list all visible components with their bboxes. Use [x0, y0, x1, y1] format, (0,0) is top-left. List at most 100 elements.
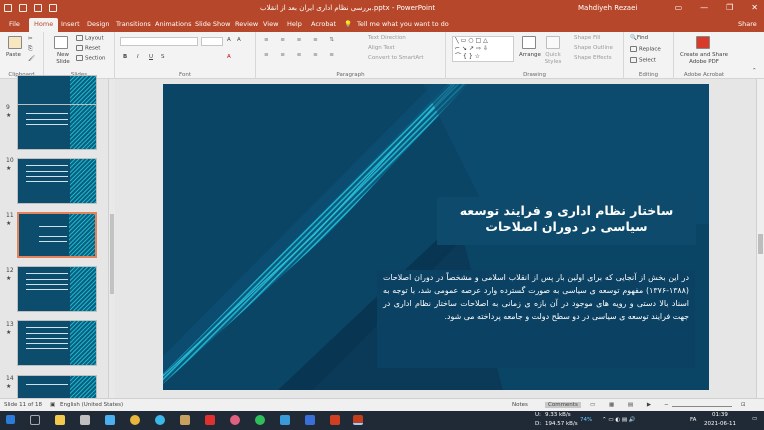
replace-button[interactable]: Replace — [630, 46, 661, 53]
app-icon[interactable] — [230, 415, 240, 425]
powerpoint-icon[interactable] — [353, 415, 363, 425]
close-icon[interactable]: ✕ — [751, 3, 758, 12]
tab-transitions[interactable]: Transitions — [116, 20, 151, 28]
task-view-icon[interactable] — [30, 415, 40, 425]
ribbon-display-icon[interactable]: ▭ — [675, 3, 683, 12]
thumbnail-12[interactable] — [17, 266, 97, 312]
adobe-pdf-icon[interactable] — [696, 36, 710, 49]
tab-insert[interactable]: Insert — [61, 20, 80, 28]
tab-design[interactable]: Design — [87, 20, 109, 28]
shape-outline-button[interactable]: Shape Outline — [574, 45, 613, 51]
quick-styles-icon[interactable] — [546, 36, 560, 49]
edge-icon[interactable] — [155, 415, 165, 425]
tray-icons[interactable]: ⌃ ▭ ◐ ▤ 🔊 — [602, 417, 636, 423]
collapse-ribbon-icon[interactable]: ⌃ — [752, 68, 757, 74]
user-name[interactable]: Mahdiyeh Rezaei — [578, 4, 637, 12]
align-icons[interactable]: ≡ ≡ ≡ ≡ ≡ — [264, 52, 339, 58]
store-icon[interactable] — [80, 415, 90, 425]
select-button[interactable]: Select — [630, 57, 656, 64]
restore-icon[interactable]: ❐ — [726, 3, 733, 12]
language-status[interactable]: English (United States) — [60, 402, 123, 408]
thumbnail-scrollbar[interactable] — [108, 79, 115, 398]
present-icon[interactable] — [49, 4, 57, 12]
chrome-icon[interactable] — [130, 415, 140, 425]
bold-button[interactable]: B — [123, 54, 127, 60]
save-icon[interactable] — [4, 4, 12, 12]
minimize-icon[interactable]: — — [700, 3, 708, 12]
layout-button[interactable]: Layout — [76, 35, 104, 42]
spellcheck-icon[interactable]: ▣ — [50, 402, 55, 408]
windows-start-icon[interactable] — [6, 415, 15, 424]
shapes-gallery[interactable]: ╲▭○□△ ⌐↘↗⇨⇩ ⌒{}☆ — [452, 36, 514, 62]
shape-fill-button[interactable]: Shape Fill — [574, 35, 600, 41]
scroll-thumb[interactable] — [110, 214, 114, 294]
new-slide-icon[interactable] — [54, 36, 68, 49]
clock-time[interactable]: 01:39 — [712, 412, 728, 418]
arrange-button[interactable]: Arrange — [519, 52, 541, 58]
input-language[interactable]: FA — [690, 417, 696, 423]
copy-icon[interactable]: ⎘ — [28, 46, 32, 53]
cut-icon[interactable]: ✂ — [28, 36, 33, 42]
slide-body-text[interactable]: در این بخش از آنجایی که برای اولین بار پ… — [377, 270, 695, 368]
create-pdf-button[interactable]: Create and Share Adobe PDF — [676, 52, 732, 66]
format-painter-icon[interactable]: 🖌 — [28, 56, 35, 62]
smartart-button[interactable]: Convert to SmartArt — [368, 55, 424, 61]
clock-date[interactable]: 2021-06-11 — [704, 421, 736, 427]
underline-button[interactable]: U — [149, 54, 153, 60]
tab-home[interactable]: Home — [29, 18, 59, 32]
tab-acrobat[interactable]: Acrobat — [311, 20, 336, 28]
thumbnail-11-selected[interactable] — [17, 212, 97, 258]
slide-title[interactable]: ساختار نظام اداری و فرایند توسعه سیاسی د… — [437, 197, 696, 245]
font-name-dropdown[interactable] — [120, 37, 198, 46]
app-icon[interactable] — [330, 415, 340, 425]
undo-icon[interactable] — [19, 4, 27, 12]
slide-canvas[interactable]: ساختار نظام اداری و فرایند توسعه سیاسی د… — [163, 84, 709, 390]
view-buttons[interactable]: ▭ ▦ ▤ ▶ — [590, 402, 657, 408]
tab-help[interactable]: Help — [287, 20, 302, 28]
whatsapp-icon[interactable] — [255, 415, 265, 425]
share-button[interactable]: Share — [738, 20, 757, 28]
decrease-font-icon[interactable]: A — [237, 37, 241, 43]
zoom-out-button[interactable]: − — [664, 402, 669, 408]
tab-file[interactable]: File — [9, 20, 20, 28]
thumbnail-9[interactable] — [17, 104, 97, 150]
tab-review[interactable]: Review — [235, 20, 258, 28]
tell-me-search[interactable]: Tell me what you want to do — [357, 20, 449, 28]
shadow-button[interactable]: S — [161, 54, 165, 60]
italic-button[interactable]: I — [137, 54, 139, 60]
increase-font-icon[interactable]: A — [227, 37, 231, 43]
comments-button[interactable]: Comments — [545, 402, 581, 408]
shape-effects-button[interactable]: Shape Effects — [574, 55, 612, 61]
redo-icon[interactable] — [34, 4, 42, 12]
paste-icon[interactable] — [8, 36, 22, 49]
notification-icon[interactable]: ▭ — [752, 416, 757, 422]
app-icon[interactable] — [205, 415, 215, 425]
zoom-slider[interactable] — [672, 406, 732, 407]
section-button[interactable]: Section — [76, 55, 105, 62]
reset-button[interactable]: Reset — [76, 45, 100, 52]
app-icon[interactable] — [180, 415, 190, 425]
tab-animations[interactable]: Animations — [155, 20, 192, 28]
find-button[interactable]: 🔍Find — [630, 35, 648, 41]
list-icons[interactable]: ≡ ≡ ≡ ≡ ⇅ — [264, 37, 339, 43]
notes-button[interactable]: Notes — [512, 402, 528, 408]
align-text-button[interactable]: Align Text — [368, 45, 395, 51]
quick-styles-button[interactable]: Quick Styles — [542, 52, 564, 66]
slide-scrollbar[interactable] — [756, 79, 764, 398]
fit-slide-icon[interactable]: ⊡ — [741, 402, 746, 408]
app-icon[interactable] — [105, 415, 115, 425]
text-direction-button[interactable]: Text Direction — [368, 35, 406, 41]
thumbnail-13[interactable] — [17, 320, 97, 366]
font-color-icon[interactable]: A — [227, 54, 231, 60]
word-icon[interactable] — [305, 415, 315, 425]
paste-button[interactable]: Paste — [6, 52, 21, 58]
font-size-dropdown[interactable] — [201, 37, 223, 46]
thumbnail-10[interactable] — [17, 158, 97, 204]
scroll-thumb[interactable] — [758, 234, 763, 254]
arrange-icon[interactable] — [522, 36, 536, 49]
tab-slide-show[interactable]: Slide Show — [195, 20, 230, 28]
tab-view[interactable]: View — [263, 20, 278, 28]
new-slide-button[interactable]: New Slide — [52, 52, 74, 66]
file-explorer-icon[interactable] — [55, 415, 65, 425]
telegram-icon[interactable] — [280, 415, 290, 425]
